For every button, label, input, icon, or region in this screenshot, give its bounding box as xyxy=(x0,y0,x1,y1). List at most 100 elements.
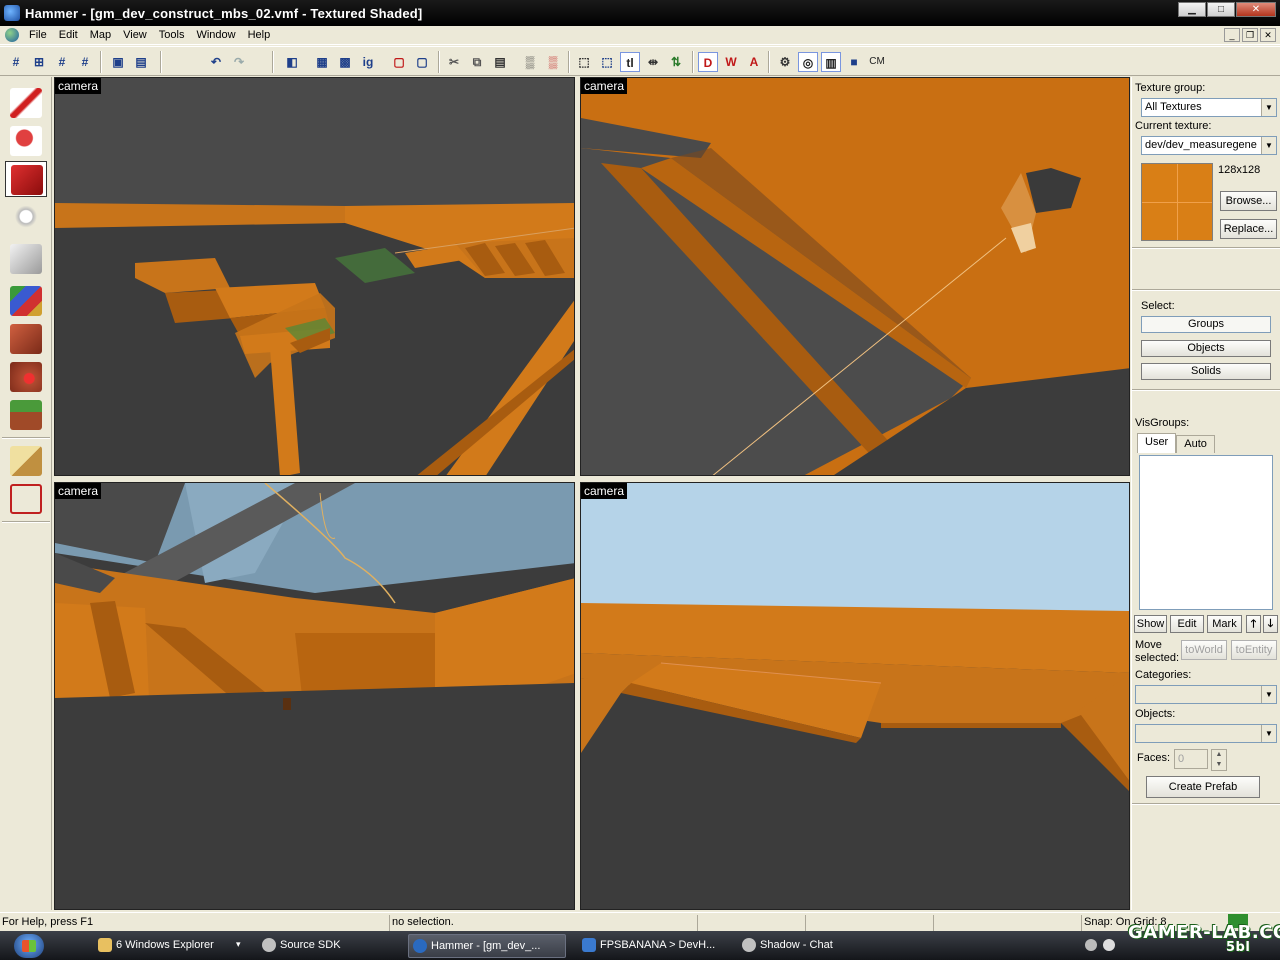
to-world-button[interactable]: toWorld xyxy=(1181,640,1227,660)
tray-network-icon[interactable] xyxy=(1085,939,1097,951)
ungroup-icon[interactable]: ▤ xyxy=(131,52,151,72)
create-prefab-button[interactable]: Create Prefab xyxy=(1146,776,1260,798)
document-icon[interactable] xyxy=(5,28,19,42)
select-objects-button[interactable]: Objects xyxy=(1141,340,1271,357)
vertex-tool-button[interactable] xyxy=(5,481,47,517)
texture-group-select[interactable]: All Textures ▼ xyxy=(1141,98,1277,117)
menu-edit[interactable]: Edit xyxy=(53,29,84,41)
texture-tool-button[interactable] xyxy=(5,283,47,319)
hide-selected-icon[interactable]: ◧ xyxy=(282,52,302,72)
toggle-helpers-icon[interactable]: ▒ xyxy=(520,52,540,72)
grid-toggle-icon[interactable]: # xyxy=(6,52,26,72)
start-button[interactable] xyxy=(14,934,44,958)
browser-icon xyxy=(582,938,596,952)
paste-icon[interactable]: ▤ xyxy=(490,52,510,72)
task-hammer[interactable]: Hammer - [gm_dev_... xyxy=(408,934,566,958)
2d-view-icon[interactable]: D xyxy=(698,52,718,72)
status-size xyxy=(805,915,931,931)
replace-button[interactable]: Replace... xyxy=(1220,219,1277,239)
overlay-tool-button[interactable] xyxy=(5,397,47,433)
current-texture-select[interactable]: dev/dev_measuregene ▼ xyxy=(1141,136,1277,155)
categories-select[interactable]: ▼ xyxy=(1135,685,1277,704)
doc-close-button[interactable]: ✕ xyxy=(1260,28,1276,42)
redo-icon[interactable]: ↷ xyxy=(229,52,249,72)
carve-icon[interactable]: ▦ xyxy=(312,52,332,72)
flip-vertical-icon[interactable]: ⇅ xyxy=(666,52,686,72)
menu-file[interactable]: File xyxy=(23,29,53,41)
menu-map[interactable]: Map xyxy=(84,29,117,41)
menu-window[interactable]: Window xyxy=(190,29,241,41)
map-properties-icon[interactable]: ■ xyxy=(844,52,864,72)
move-up-arrow-icon[interactable]: 🡑 xyxy=(1246,615,1261,633)
viewport-render xyxy=(55,483,574,909)
task-group-dropdown-icon[interactable]: ▾ xyxy=(236,939,241,950)
tab-auto[interactable]: Auto xyxy=(1176,435,1215,453)
window-title: Hammer - [gm_dev_construct_mbs_02.vmf - … xyxy=(25,5,423,21)
ignore-groups-button[interactable]: ig xyxy=(358,52,378,72)
select-solids-button[interactable]: Solids xyxy=(1141,363,1271,380)
gamer-lab-watermark: GAMER-LAB.COM 5bl xyxy=(1128,914,1280,958)
select-all-icon[interactable]: ⬚ xyxy=(574,52,594,72)
faces-spin-arrows-icon[interactable]: ▲ ▼ xyxy=(1211,749,1227,771)
camera-viewport-top-left[interactable]: camera xyxy=(54,77,575,476)
block-tool-button[interactable] xyxy=(5,241,47,277)
check-problems-icon[interactable]: ▥ xyxy=(821,52,841,72)
entity-tool-button[interactable] xyxy=(5,203,47,239)
minimize-button[interactable]: ▁ xyxy=(1178,2,1206,17)
hollow-icon[interactable]: ▩ xyxy=(335,52,355,72)
group-icon[interactable]: ▣ xyxy=(108,52,128,72)
camera-tool-button[interactable] xyxy=(5,161,47,197)
task-source-sdk[interactable]: Source SDK xyxy=(258,934,398,958)
copy-icon[interactable]: ⧉ xyxy=(467,52,487,72)
camera-viewport-bottom-right[interactable]: camera xyxy=(580,482,1130,910)
texture-preview[interactable] xyxy=(1141,163,1213,241)
visgroup-edit-button[interactable]: Edit xyxy=(1170,615,1204,633)
faces-input[interactable]: 0 xyxy=(1174,749,1208,769)
texture-scale-lock-icon[interactable]: ▢ xyxy=(412,52,432,72)
visgroup-mark-button[interactable]: Mark xyxy=(1207,615,1242,633)
visgroup-list[interactable] xyxy=(1139,455,1273,610)
select-by-area-icon[interactable]: ⬚ xyxy=(597,52,617,72)
steam-icon xyxy=(262,938,276,952)
run-map-icon[interactable]: ⚙ xyxy=(775,52,795,72)
larger-grid-icon[interactable]: # xyxy=(75,52,95,72)
tray-steam-icon[interactable] xyxy=(1103,939,1115,951)
to-entity-button[interactable]: toEntity xyxy=(1231,640,1277,660)
objects-select[interactable]: ▼ xyxy=(1135,724,1277,743)
doc-minimize-button[interactable]: _ xyxy=(1224,28,1240,42)
decal-cube-icon xyxy=(10,362,42,392)
maximize-button[interactable]: □ xyxy=(1207,2,1235,17)
close-button[interactable]: ✕ xyxy=(1236,2,1276,17)
move-down-arrow-icon[interactable]: 🡓 xyxy=(1263,615,1278,633)
undo-icon[interactable]: ↶ xyxy=(206,52,226,72)
texture-lock-button[interactable]: tl xyxy=(620,52,640,72)
camera-viewport-top-right[interactable]: camera xyxy=(580,77,1130,476)
flip-horizontal-icon[interactable]: ⇹ xyxy=(643,52,663,72)
smaller-grid-icon[interactable]: # xyxy=(52,52,72,72)
menu-tools[interactable]: Tools xyxy=(153,29,191,41)
visgroup-show-button[interactable]: Show xyxy=(1134,615,1167,633)
clipping-tool-button[interactable] xyxy=(5,443,47,479)
decal-tool-button[interactable] xyxy=(5,359,47,395)
task-fpsbanana[interactable]: FPSBANANA > DevH... xyxy=(578,934,718,958)
browse-button[interactable]: Browse... xyxy=(1220,191,1277,211)
textured-view-icon[interactable]: A xyxy=(744,52,764,72)
task-shadow-chat[interactable]: Shadow - Chat xyxy=(738,934,878,958)
entity-report-icon[interactable]: ◎ xyxy=(798,52,818,72)
menu-view[interactable]: View xyxy=(117,29,153,41)
texture-lock-icon[interactable]: ▢ xyxy=(389,52,409,72)
toggle-models-icon[interactable]: ▒ xyxy=(543,52,563,72)
cut-icon[interactable]: ✂ xyxy=(444,52,464,72)
cordon-button[interactable]: CM xyxy=(866,52,888,72)
tab-user[interactable]: User xyxy=(1137,433,1177,453)
select-groups-button[interactable]: Groups xyxy=(1141,316,1271,333)
magnify-tool-button[interactable] xyxy=(5,123,47,159)
camera-viewport-bottom-left[interactable]: camera xyxy=(54,482,575,910)
task-windows-explorer[interactable]: 6 Windows Explorer xyxy=(94,934,234,958)
grid-3d-icon[interactable]: ⊞ xyxy=(29,52,49,72)
doc-restore-button[interactable]: ❐ xyxy=(1242,28,1258,42)
apply-texture-tool-button[interactable] xyxy=(5,321,47,357)
selection-tool-button[interactable] xyxy=(5,85,47,121)
menu-help[interactable]: Help xyxy=(242,29,277,41)
wireframe-view-icon[interactable]: W xyxy=(721,52,741,72)
